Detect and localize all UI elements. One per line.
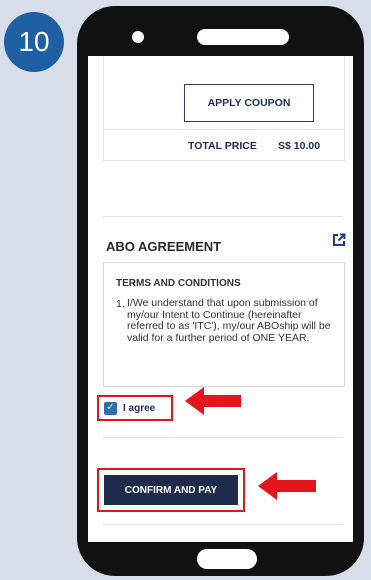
section-divider xyxy=(103,216,343,217)
terms-item-text: I/We understand that upon submission of … xyxy=(127,297,331,344)
agree-highlight: ✓ I agree xyxy=(97,395,173,421)
external-link-icon[interactable] xyxy=(332,233,346,247)
confirm-highlight: CONFIRM AND PAY xyxy=(97,468,245,512)
arrow-left-icon xyxy=(185,387,241,415)
terms-heading: TERMS AND CONDITIONS xyxy=(116,278,241,289)
order-summary-card: APPLY COUPON TOTAL PRICE S$ 10.00 xyxy=(103,56,345,161)
apply-coupon-label: APPLY COUPON xyxy=(207,97,291,109)
phone-frame: APPLY COUPON TOTAL PRICE S$ 10.00 ABO AG… xyxy=(77,6,364,576)
terms-item-number: 1. xyxy=(116,298,125,310)
step-number: 10 xyxy=(18,26,50,57)
section-divider xyxy=(103,437,343,438)
phone-screen: APPLY COUPON TOTAL PRICE S$ 10.00 ABO AG… xyxy=(88,56,353,542)
step-number-badge: 10 xyxy=(4,12,64,72)
checkmark-icon: ✓ xyxy=(106,402,115,413)
agree-label: I agree xyxy=(123,402,156,414)
divider xyxy=(104,160,344,161)
home-button[interactable] xyxy=(197,549,257,569)
section-divider xyxy=(103,524,343,525)
camera-icon xyxy=(132,31,144,43)
total-price-label: TOTAL PRICE xyxy=(188,140,257,152)
divider xyxy=(104,129,344,130)
speaker-slot xyxy=(197,29,289,45)
agree-checkbox[interactable]: ✓ xyxy=(104,401,117,415)
confirm-and-pay-label: CONFIRM AND PAY xyxy=(124,484,218,496)
apply-coupon-button[interactable]: APPLY COUPON xyxy=(184,84,314,122)
abo-agreement-title: ABO AGREEMENT xyxy=(106,239,222,254)
terms-box[interactable]: TERMS AND CONDITIONS 1. I/We understand … xyxy=(103,262,345,387)
arrow-left-icon xyxy=(258,472,316,500)
confirm-and-pay-button[interactable]: CONFIRM AND PAY xyxy=(104,475,238,505)
total-price-value: S$ 10.00 xyxy=(278,140,321,152)
